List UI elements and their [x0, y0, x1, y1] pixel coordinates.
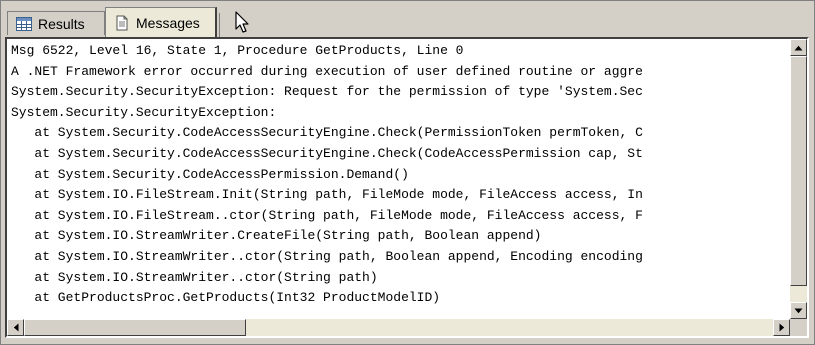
arrow-down-icon: [794, 308, 803, 313]
message-line: A .NET Framework error occurred during e…: [11, 63, 643, 79]
messages-panel: Msg 6522, Level 16, State 1, Procedure G…: [5, 37, 809, 338]
messages-text-area[interactable]: Msg 6522, Level 16, State 1, Procedure G…: [7, 39, 790, 319]
message-line: at System.IO.FileStream..ctor(String pat…: [11, 207, 643, 223]
horizontal-scroll-thumb[interactable]: [24, 319, 246, 336]
scroll-left-button[interactable]: [7, 319, 24, 336]
tab-messages[interactable]: Messages: [105, 7, 217, 37]
message-line: System.Security.SecurityException:: [11, 104, 277, 120]
arrow-left-icon: [13, 323, 18, 332]
message-line: at System.Security.CodeAccessPermission.…: [11, 166, 409, 182]
message-line: at System.Security.CodeAccessSecurityEng…: [11, 145, 643, 161]
grid-icon: [16, 16, 32, 31]
horizontal-scrollbar[interactable]: [7, 319, 790, 336]
tab-divider: [219, 13, 220, 37]
arrow-up-icon: [794, 45, 803, 50]
vertical-scroll-thumb[interactable]: [790, 56, 807, 286]
vertical-scrollbar[interactable]: [790, 39, 807, 319]
scroll-up-button[interactable]: [790, 39, 807, 56]
message-line: at System.IO.StreamWriter.CreateFile(Str…: [11, 228, 542, 244]
tab-strip: Results Messages: [5, 5, 810, 37]
message-line: at System.IO.FileStream.Init(String path…: [11, 187, 643, 203]
message-line: at System.Security.CodeAccessSecurityEng…: [11, 125, 643, 141]
message-line: at System.IO.StreamWriter..ctor(String p…: [11, 269, 378, 285]
message-line: at System.IO.StreamWriter..ctor(String p…: [11, 248, 643, 264]
scrollbar-corner: [790, 319, 807, 336]
arrow-right-icon: [779, 323, 784, 332]
message-line: at GetProductsProc.GetProducts(Int32 Pro…: [11, 290, 441, 306]
message-line: Msg 6522, Level 16, State 1, Procedure G…: [11, 43, 464, 58]
message-lines: Msg 6522, Level 16, State 1, Procedure G…: [7, 39, 790, 309]
results-pane: Results Messages Msg 6522, Level 16, Sta…: [0, 0, 815, 345]
scroll-down-button[interactable]: [790, 302, 807, 319]
mouse-pointer-icon: [235, 11, 251, 40]
message-line: System.Security.SecurityException: Reque…: [11, 84, 643, 100]
tab-results-label: Results: [38, 15, 85, 32]
document-icon: [114, 15, 130, 31]
tab-messages-label: Messages: [136, 14, 200, 31]
tab-results[interactable]: Results: [7, 11, 105, 35]
scroll-right-button[interactable]: [773, 319, 790, 336]
